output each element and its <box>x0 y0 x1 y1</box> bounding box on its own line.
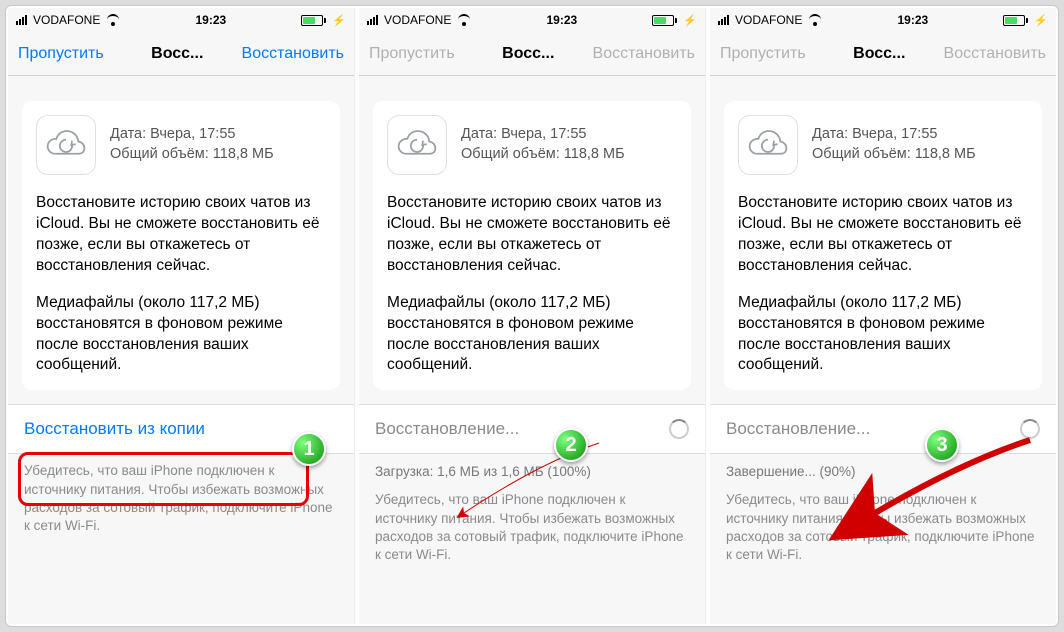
signal-icon <box>367 15 378 25</box>
clock: 19:23 <box>897 13 928 27</box>
nav-title: Восс... <box>502 45 554 63</box>
info-para-1: Восстановите историю своих чатов из iClo… <box>387 193 677 277</box>
backup-info-card: Дата: Вчера, 17:55 Общий объём: 118,8 МБ… <box>22 101 340 390</box>
cloud-restore-icon <box>738 115 798 175</box>
restore-progress-cell: Восстановление... <box>710 404 1056 454</box>
signal-icon <box>718 15 729 25</box>
restore-progress-label: Восстановление... <box>726 419 870 439</box>
nav-bar: Пропустить Восс... Восстановить <box>710 32 1056 76</box>
backup-info-card: Дата: Вчера, 17:55 Общий объём: 118,8 МБ… <box>724 101 1042 390</box>
charging-icon: ⚡ <box>683 14 697 27</box>
info-para-1: Восстановите историю своих чатов из iClo… <box>738 193 1028 277</box>
info-para-2: Медиафайлы (около 117,2 МБ) восстановятс… <box>738 293 1028 377</box>
nav-skip: Пропустить <box>369 45 464 63</box>
charging-icon: ⚡ <box>1034 14 1048 27</box>
charging-icon: ⚡ <box>332 14 346 27</box>
step-badge-2: 2 <box>554 428 588 462</box>
wifi-icon <box>808 14 822 26</box>
status-bar: VODAFONE 19:23 ⚡ <box>710 8 1056 32</box>
nav-title: Восс... <box>853 45 905 63</box>
nav-restore: Восстановить <box>593 45 695 63</box>
spinner-icon <box>669 419 689 439</box>
screen-3: VODAFONE 19:23 ⚡ Пропустить Восс... Восс… <box>710 8 1056 624</box>
triptych-frame: VODAFONE 19:23 ⚡ Пропустить Восс... Восс… <box>5 5 1059 627</box>
download-progress: Загрузка: 1,6 МБ из 1,6 МБ (100%) <box>359 454 705 483</box>
info-para-2: Медиафайлы (около 117,2 МБ) восстановятс… <box>387 293 677 377</box>
status-bar: VODAFONE 19:23 ⚡ <box>359 8 705 32</box>
battery-icon <box>1003 15 1028 26</box>
wifi-icon <box>457 14 471 26</box>
step-badge-3: 3 <box>925 428 959 462</box>
battery-icon <box>652 15 677 26</box>
clock: 19:23 <box>195 13 226 27</box>
backup-date: Дата: Вчера, 17:55 <box>461 125 625 145</box>
restore-progress-label: Восстановление... <box>375 419 519 439</box>
screen-1: VODAFONE 19:23 ⚡ Пропустить Восс... Восс… <box>8 8 355 624</box>
carrier-label: VODAFONE <box>33 13 100 27</box>
info-para-1: Восстановите историю своих чатов из iClo… <box>36 193 326 277</box>
step-badge-1: 1 <box>292 432 326 466</box>
wifi-icon <box>106 14 120 26</box>
info-para-2: Медиафайлы (около 117,2 МБ) восстановятс… <box>36 293 326 377</box>
restore-progress-cell: Восстановление... <box>359 404 705 454</box>
status-bar: VODAFONE 19:23 ⚡ <box>8 8 354 32</box>
screen-2: VODAFONE 19:23 ⚡ Пропустить Восс... Восс… <box>359 8 706 624</box>
footer-note: Убедитесь, что ваш iPhone подключен к ис… <box>359 483 705 578</box>
backup-size: Общий объём: 118,8 МБ <box>461 145 625 165</box>
carrier-label: VODAFONE <box>384 13 451 27</box>
carrier-label: VODAFONE <box>735 13 802 27</box>
backup-size: Общий объём: 118,8 МБ <box>110 145 274 165</box>
restore-from-backup-label: Восстановить из копии <box>24 419 205 439</box>
nav-bar: Пропустить Восс... Восстановить <box>359 32 705 76</box>
signal-icon <box>16 15 27 25</box>
cloud-restore-icon <box>387 115 447 175</box>
backup-info-card: Дата: Вчера, 17:55 Общий объём: 118,8 МБ… <box>373 101 691 390</box>
battery-icon <box>301 15 326 26</box>
cloud-restore-icon <box>36 115 96 175</box>
nav-skip[interactable]: Пропустить <box>18 45 113 63</box>
backup-date: Дата: Вчера, 17:55 <box>110 125 274 145</box>
clock: 19:23 <box>546 13 577 27</box>
footer-note: Убедитесь, что ваш iPhone подключен к ис… <box>8 454 354 549</box>
finishing-progress: Завершение... (90%) <box>710 454 1056 483</box>
backup-date: Дата: Вчера, 17:55 <box>812 125 976 145</box>
nav-skip: Пропустить <box>720 45 815 63</box>
spinner-icon <box>1020 419 1040 439</box>
nav-restore: Восстановить <box>944 45 1046 63</box>
footer-note: Убедитесь, что ваш iPhone подключен к ис… <box>710 483 1056 578</box>
nav-title: Восс... <box>151 45 203 63</box>
nav-bar: Пропустить Восс... Восстановить <box>8 32 354 76</box>
nav-restore[interactable]: Восстановить <box>242 45 344 63</box>
backup-size: Общий объём: 118,8 МБ <box>812 145 976 165</box>
